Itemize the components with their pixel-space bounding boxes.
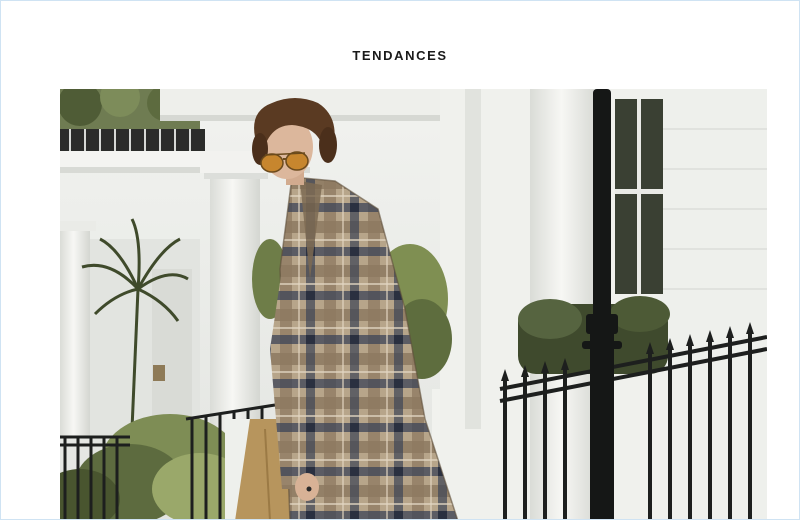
- magazine-page: TENDANCES: [0, 0, 800, 520]
- sash-window: [615, 99, 663, 294]
- section-heading: TENDANCES: [352, 48, 448, 63]
- model-hand: [295, 473, 319, 501]
- fashion-photo: [60, 89, 767, 519]
- fashion-photo-illustration: [60, 89, 767, 519]
